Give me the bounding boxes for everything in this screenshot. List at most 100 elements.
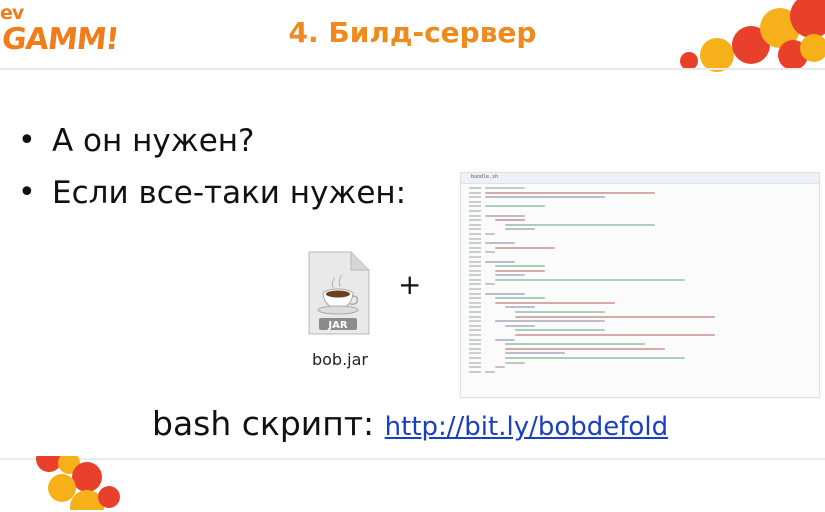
line-number bbox=[469, 219, 481, 222]
line-number bbox=[469, 338, 481, 341]
line-number bbox=[469, 237, 481, 240]
line-number bbox=[469, 306, 481, 309]
code-file-name: bundle.sh bbox=[471, 174, 499, 180]
bubble-shape bbox=[700, 38, 734, 72]
bullet-text: Если все-таки нужен: bbox=[52, 175, 407, 211]
bullet-text: А он нужен? bbox=[52, 123, 255, 159]
code-text bbox=[495, 366, 505, 369]
line-number bbox=[469, 232, 481, 235]
line-number bbox=[469, 370, 481, 373]
line-number bbox=[469, 352, 481, 355]
line-number bbox=[469, 260, 481, 263]
bash-script-line: bash скрипт: http://bit.ly/bobdefold bbox=[152, 404, 668, 443]
code-text bbox=[495, 338, 515, 341]
code-text bbox=[485, 196, 605, 199]
code-text bbox=[495, 274, 525, 277]
line-number bbox=[469, 278, 481, 281]
code-text bbox=[515, 329, 605, 332]
bubble-shape bbox=[98, 486, 120, 508]
jar-file-label: bob.jar bbox=[311, 350, 368, 369]
bullet-list: • А он нужен? • Если все-таки нужен: bbox=[18, 115, 406, 219]
header-divider bbox=[0, 68, 825, 70]
code-text bbox=[485, 370, 495, 373]
line-number bbox=[469, 301, 481, 304]
code-lines bbox=[461, 186, 819, 374]
code-text bbox=[515, 315, 715, 318]
code-text bbox=[485, 292, 525, 295]
bubble-shape bbox=[72, 462, 102, 492]
line-number bbox=[469, 283, 481, 286]
line-number bbox=[469, 274, 481, 277]
code-text bbox=[495, 297, 545, 300]
code-text bbox=[495, 269, 545, 272]
code-text bbox=[505, 347, 665, 350]
code-text bbox=[505, 228, 535, 231]
slide-header: ev GAMM! 4. Билд-сервер bbox=[0, 0, 825, 72]
code-screenshot: bundle.sh bbox=[460, 172, 820, 398]
code-text bbox=[515, 334, 715, 336]
line-number bbox=[469, 269, 481, 272]
line-number bbox=[469, 334, 481, 336]
line-number bbox=[469, 228, 481, 231]
bubble-shape bbox=[800, 34, 825, 62]
jar-badge-text: JAR bbox=[327, 320, 347, 331]
line-number bbox=[469, 191, 481, 194]
code-text bbox=[505, 356, 685, 359]
line-number bbox=[469, 361, 481, 364]
line-number bbox=[469, 292, 481, 295]
line-number bbox=[469, 242, 481, 245]
line-number bbox=[469, 214, 481, 217]
code-text bbox=[485, 260, 515, 263]
line-number bbox=[469, 356, 481, 359]
code-file-tab: bundle.sh bbox=[461, 173, 819, 184]
bobdefold-link[interactable]: http://bit.ly/bobdefold bbox=[385, 412, 668, 442]
line-number bbox=[469, 196, 481, 199]
line-number bbox=[469, 251, 481, 254]
code-text bbox=[485, 242, 515, 245]
code-text bbox=[485, 283, 495, 286]
decorative-bubbles-top bbox=[640, 0, 825, 72]
code-text bbox=[485, 251, 495, 254]
line-number bbox=[469, 320, 481, 323]
line-number bbox=[469, 288, 481, 291]
bullet-item: • Если все-таки нужен: bbox=[18, 167, 406, 219]
code-text bbox=[495, 278, 685, 281]
code-text bbox=[485, 187, 525, 189]
bullet-dot-icon: • bbox=[18, 175, 36, 210]
jar-file-icon: JAR bbox=[305, 250, 371, 336]
line-number bbox=[469, 246, 481, 249]
code-text bbox=[505, 223, 655, 226]
code-text bbox=[485, 191, 655, 194]
line-number bbox=[469, 205, 481, 208]
code-text bbox=[485, 205, 545, 208]
line-number bbox=[469, 297, 481, 300]
slide-footer bbox=[0, 458, 825, 512]
code-text bbox=[505, 352, 565, 355]
line-number bbox=[469, 315, 481, 318]
decorative-bubbles-bottom bbox=[0, 456, 120, 510]
line-number bbox=[469, 265, 481, 268]
code-text bbox=[505, 306, 535, 309]
code-line bbox=[461, 370, 819, 375]
line-number bbox=[469, 366, 481, 369]
code-text bbox=[505, 361, 525, 364]
bullet-dot-icon: • bbox=[18, 123, 36, 158]
line-number bbox=[469, 209, 481, 212]
line-number bbox=[469, 329, 481, 332]
line-number bbox=[469, 223, 481, 226]
code-text bbox=[495, 301, 615, 304]
line-number bbox=[469, 200, 481, 203]
line-number bbox=[469, 343, 481, 346]
code-text bbox=[505, 343, 645, 346]
plus-sign: + bbox=[398, 268, 422, 301]
bullet-item: • А он нужен? bbox=[18, 115, 406, 167]
code-text bbox=[485, 232, 495, 235]
code-text bbox=[495, 320, 605, 323]
bash-script-prefix: bash скрипт: bbox=[152, 404, 385, 443]
line-number bbox=[469, 347, 481, 350]
code-text bbox=[515, 311, 605, 314]
code-text bbox=[505, 324, 535, 327]
code-text bbox=[485, 214, 525, 217]
code-text bbox=[495, 246, 555, 249]
line-number bbox=[469, 311, 481, 314]
